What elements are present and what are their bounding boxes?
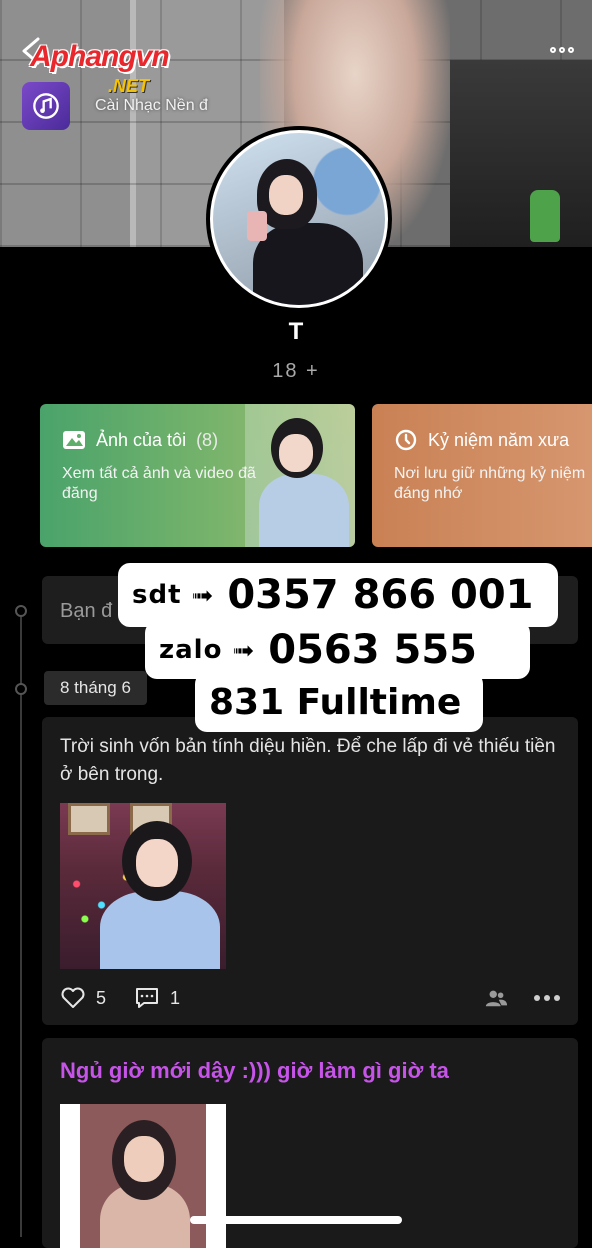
music-note-icon[interactable] <box>22 82 70 130</box>
more-icon <box>534 995 540 1001</box>
like-count: 5 <box>96 987 107 1008</box>
arrow-right-icon: ➟ <box>232 634 255 665</box>
memories-desc: Nơi lưu giữ những kỷ niệm đáng nhớ <box>394 465 586 502</box>
timeline-date: 8 tháng 6 <box>44 671 147 705</box>
profile-subtitle: 18 + <box>272 360 320 382</box>
timeline-line <box>20 610 22 1237</box>
contact-banner-line1: sdt ➟ 0357 866 001 <box>118 563 558 627</box>
home-indicator[interactable] <box>190 1216 402 1224</box>
contact-banner-line2: zalo ➟ 0563 555 <box>145 621 530 679</box>
timeline-dot <box>15 605 27 617</box>
banner-line3: 831 Fulltime <box>209 681 462 723</box>
more-menu-button[interactable] <box>542 36 582 64</box>
comment-button[interactable]: 1 <box>134 986 180 1010</box>
watermark-tld: .NET <box>108 76 150 96</box>
friends-icon[interactable] <box>484 988 508 1008</box>
profile-name: T <box>288 318 304 345</box>
post-more-button[interactable] <box>534 995 560 1001</box>
heart-icon <box>61 987 85 1008</box>
my-photos-desc: Xem tất cả ảnh và video đã đăng <box>62 465 256 502</box>
music-label[interactable]: Cài Nhạc Nền đ <box>95 97 208 115</box>
arrow-right-icon: ➟ <box>191 579 214 610</box>
status-placeholder: Bạn đ <box>60 600 113 622</box>
post-card[interactable]: Trời sinh vốn bản tính diệu hiền. Để che… <box>42 717 578 1025</box>
clock-history-icon <box>395 429 417 451</box>
banner-label-sdt: sdt <box>132 580 182 610</box>
comment-icon <box>136 988 159 1008</box>
post-actions: 5 1 <box>60 985 560 1011</box>
avatar[interactable] <box>206 126 392 312</box>
image-icon <box>63 431 85 449</box>
banner-label-zalo: zalo <box>159 635 223 665</box>
post-text: Ngủ giờ mới dậy :))) giờ làm gì giờ ta <box>60 1058 449 1083</box>
banner-phone-2: 0563 555 <box>268 627 477 673</box>
contact-banner-line3: 831 Fulltime <box>195 672 483 732</box>
memories-title: Kỷ niệm năm xưa <box>428 429 570 450</box>
my-photos-title: Ảnh của tôi <box>96 429 187 450</box>
post-image[interactable] <box>60 803 226 969</box>
cover-cabinet <box>450 60 592 247</box>
cover-bottle <box>530 190 560 242</box>
timeline-dot <box>15 683 27 695</box>
more-icon <box>550 47 556 53</box>
watermark-logo: Aphangvn <box>30 40 170 73</box>
post-text: Trời sinh vốn bản tính diệu hiền. Để che… <box>60 736 556 785</box>
comment-count: 1 <box>170 987 181 1008</box>
avatar-photo <box>213 133 385 305</box>
like-button[interactable]: 5 <box>60 986 106 1010</box>
post-image[interactable] <box>60 1104 226 1248</box>
my-photos-count: (8) <box>196 429 219 450</box>
my-photos-card[interactable]: Ảnh của tôi (8) Xem tất cả ảnh và video … <box>40 404 355 547</box>
memories-card[interactable]: Kỷ niệm năm xưa Nơi lưu giữ những kỷ niệ… <box>372 404 592 547</box>
banner-phone-1: 0357 866 001 <box>227 572 534 618</box>
